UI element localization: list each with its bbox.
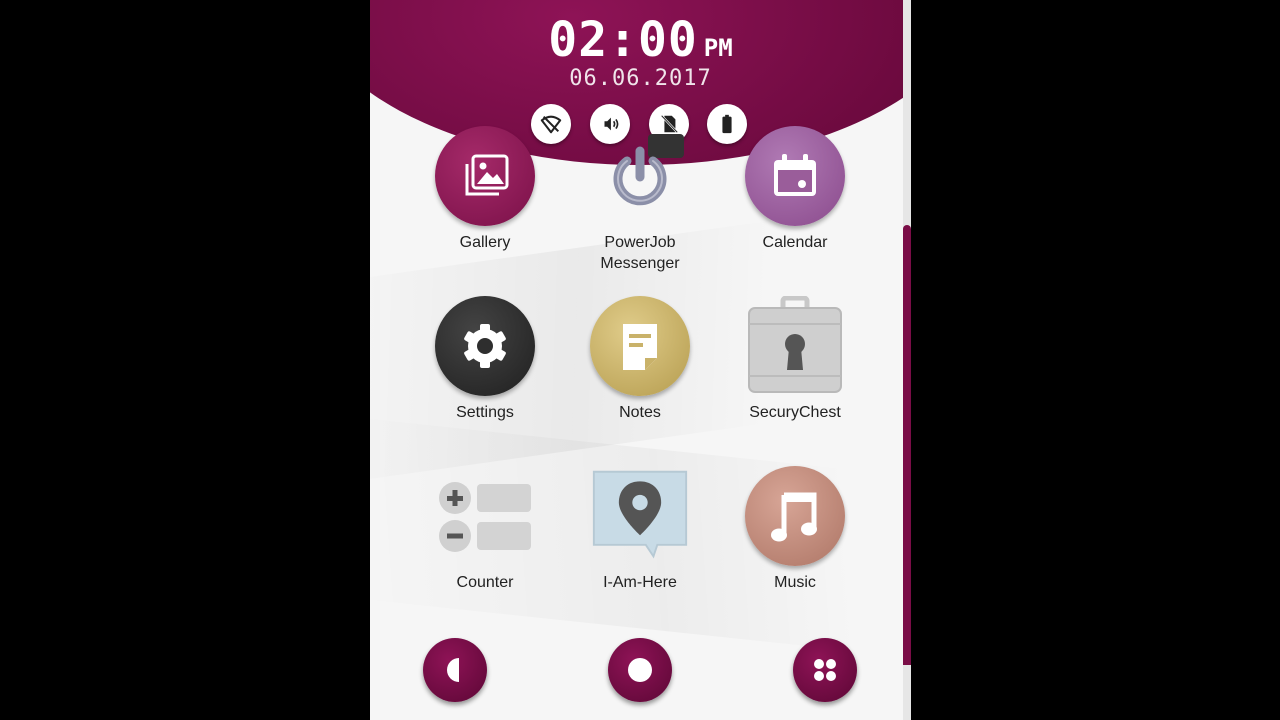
apps-grid-icon bbox=[814, 659, 836, 681]
theme-toggle-button[interactable] bbox=[423, 638, 487, 702]
half-moon-icon bbox=[447, 658, 459, 682]
app-label: Settings bbox=[456, 404, 514, 421]
app-label: Counter bbox=[456, 574, 514, 591]
calendar-icon bbox=[745, 126, 845, 226]
note-icon bbox=[590, 296, 690, 396]
counter-icon bbox=[435, 466, 535, 566]
app-settings[interactable]: Settings bbox=[410, 296, 560, 423]
app-label: Calendar bbox=[762, 234, 828, 251]
app-label: Music bbox=[774, 574, 816, 591]
app-gallery[interactable]: Gallery bbox=[410, 126, 560, 253]
app-label: PowerJob Messenger bbox=[600, 234, 680, 272]
clock-ampm: PM bbox=[703, 34, 733, 62]
app-label: SecuryChest bbox=[749, 404, 841, 421]
app-label: Gallery bbox=[459, 234, 511, 251]
gallery-icon bbox=[435, 126, 535, 226]
home-button[interactable] bbox=[608, 638, 672, 702]
app-label: Notes bbox=[619, 404, 661, 421]
app-drawer-button[interactable] bbox=[793, 638, 857, 702]
app-i-am-here[interactable]: I-Am-Here bbox=[565, 466, 715, 593]
app-music[interactable]: Music bbox=[720, 466, 870, 593]
app-notes[interactable]: Notes bbox=[565, 296, 715, 423]
clock-date: 06.06.2017 bbox=[569, 66, 712, 91]
app-label: I-Am-Here bbox=[603, 574, 677, 591]
gear-icon bbox=[435, 296, 535, 396]
clock[interactable]: 02:00 PM bbox=[370, 12, 911, 68]
app-powerjob-messenger[interactable]: PowerJob Messenger bbox=[565, 126, 715, 274]
app-securychest[interactable]: SecuryChest bbox=[720, 296, 870, 423]
clock-time: 02:00 bbox=[548, 12, 698, 68]
phone-screen: 02:00 PM 06.06.2017 Gallery PowerJob Mes… bbox=[370, 0, 911, 720]
map-pin-icon bbox=[590, 466, 690, 566]
home-icon bbox=[628, 658, 652, 682]
power-icon bbox=[590, 126, 690, 226]
scrollbar-thumb[interactable] bbox=[903, 225, 911, 665]
music-icon bbox=[745, 466, 845, 566]
app-counter[interactable]: Counter bbox=[410, 466, 560, 593]
app-calendar[interactable]: Calendar bbox=[720, 126, 870, 253]
lock-chest-icon bbox=[745, 296, 845, 396]
